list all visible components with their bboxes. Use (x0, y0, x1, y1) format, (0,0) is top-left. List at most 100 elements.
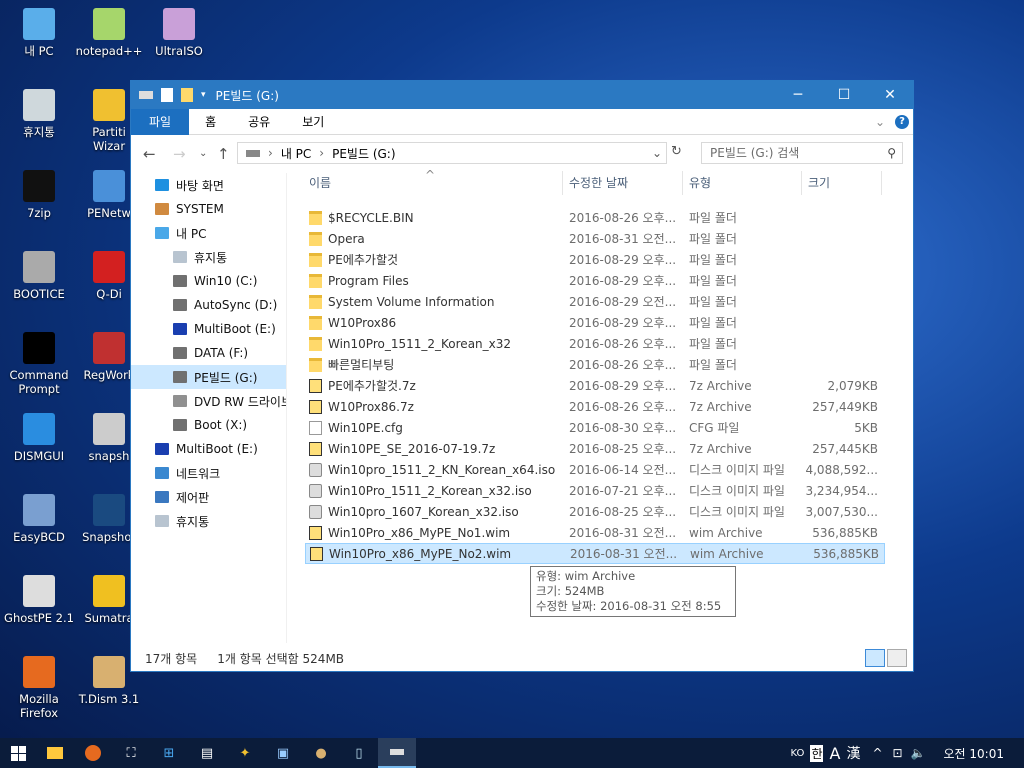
file-row[interactable]: Win10pro_1607_Korean_x32.iso 2016-08-25 오… (305, 501, 885, 522)
file-row[interactable]: PE에추가할것 2016-08-29 오후... 파일 폴더 (305, 249, 885, 270)
properties-icon[interactable] (161, 88, 173, 102)
minimize-button[interactable]: ─ (775, 81, 821, 109)
customize-toolbar-icon[interactable]: ▾ (201, 90, 206, 100)
volume-icon[interactable]: 🔈 (911, 746, 926, 760)
input-language[interactable]: KO (791, 748, 805, 759)
file-type: 7z Archive (689, 441, 752, 456)
nav-item[interactable]: SYSTEM (131, 197, 286, 221)
desktop-icon[interactable]: 휴지통 (1, 89, 77, 139)
desktop-icon[interactable]: GhostPE 2.1 (1, 575, 77, 625)
desktop-icon[interactable]: Mozilla Firefox (1, 656, 77, 720)
nav-item-icon (173, 419, 187, 431)
desktop-icon[interactable]: 내 PC (1, 8, 77, 58)
file-row[interactable]: Win10Pro_1511_2_Korean_x32 2016-08-26 오후.… (305, 333, 885, 354)
search-input[interactable]: PE빌드 (G:) 검색 ⚲ (701, 142, 903, 164)
expand-ribbon-icon[interactable]: ⌄ (875, 115, 885, 129)
help-icon[interactable]: ? (895, 114, 909, 129)
column-name[interactable]: 이름 ^ (305, 168, 563, 195)
file-row[interactable]: Win10PE_SE_2016-07-19.7z 2016-08-25 오후...… (305, 438, 885, 459)
nav-item[interactable]: DATA (F:) (131, 341, 286, 365)
file-row[interactable]: System Volume Information 2016-08-29 오전..… (305, 291, 885, 312)
maximize-button[interactable]: ☐ (821, 81, 867, 109)
new-folder-icon[interactable] (181, 88, 193, 102)
show-hidden-icons[interactable]: ^ (872, 746, 882, 760)
nav-item[interactable]: 네트워크 (131, 461, 286, 485)
file-row[interactable]: Win10Pro_1511_2_Korean_x32.iso 2016-07-21… (305, 480, 885, 501)
nav-item[interactable]: Boot (X:) (131, 413, 286, 437)
nav-item[interactable]: MultiBoot (E:) (131, 437, 286, 461)
file-row[interactable]: W10Prox86.7z 2016-08-26 오후... 7z Archive 25… (305, 396, 885, 417)
file-explorer-taskbar-icon[interactable] (36, 738, 74, 768)
column-size[interactable]: 크기 (802, 171, 882, 195)
desktop-icon[interactable]: EasyBCD (1, 494, 77, 544)
file-row[interactable]: Win10Pro_x86_MyPE_No1.wim 2016-08-31 오전..… (305, 522, 885, 543)
file-row[interactable]: Win10Pro_x86_MyPE_No2.wim 2016-08-31 오전..… (305, 543, 885, 564)
file-date: 2016-08-29 오후... (569, 379, 677, 393)
nav-item[interactable]: DVD RW 드라이브 (131, 389, 286, 413)
tab-view[interactable]: 보기 (286, 109, 340, 135)
app-taskbar-icon[interactable]: ▤ (188, 738, 226, 768)
nav-item[interactable]: Win10 (C:) (131, 269, 286, 293)
windows-taskbar-icon[interactable]: ⊞ (150, 738, 188, 768)
file-row[interactable]: Win10pro_1511_2_KN_Korean_x64.iso 2016-06… (305, 459, 885, 480)
file-name: PE에추가할것.7z (328, 379, 416, 393)
start-button[interactable] (0, 738, 36, 768)
desktop-icon[interactable]: Command Prompt (1, 332, 77, 396)
network-taskbar-icon[interactable]: ⛶ (112, 738, 150, 768)
nav-item[interactable]: 내 PC (131, 221, 286, 245)
nav-item[interactable]: 제어판 (131, 485, 286, 509)
nav-item[interactable]: 휴지통 (131, 509, 286, 533)
breadcrumb-my-pc[interactable]: 내 PC (281, 145, 311, 162)
nav-item[interactable]: MultiBoot (E:) (131, 317, 286, 341)
file-row[interactable]: Win10PE.cfg 2016-08-30 오후... CFG 파일 5KB (305, 417, 885, 438)
nav-item[interactable]: AutoSync (D:) (131, 293, 286, 317)
breadcrumb-drive[interactable]: PE빌드 (G:) (332, 145, 395, 162)
file-type: 파일 폴더 (689, 358, 737, 372)
file-row[interactable]: Opera 2016-08-31 오전... 파일 폴더 (305, 228, 885, 249)
file-row[interactable]: W10Prox86 2016-08-29 오후... 파일 폴더 (305, 312, 885, 333)
close-button[interactable]: ✕ (867, 81, 913, 109)
tab-file[interactable]: 파일 (131, 108, 190, 135)
drive-window-taskbar-icon[interactable] (378, 738, 416, 768)
file-row[interactable]: 빠른멀티부팅 2016-08-26 오후... 파일 폴더 (305, 354, 885, 375)
ime-hanja[interactable]: 漢 (846, 743, 860, 763)
nav-item[interactable]: PE빌드 (G:) (131, 365, 286, 389)
app-icon (23, 8, 55, 40)
up-button[interactable]: ↑ (217, 145, 230, 163)
desktop-icon[interactable]: UltraISO (141, 8, 217, 58)
column-type[interactable]: 유형 (683, 171, 802, 195)
large-icons-view-button[interactable] (887, 649, 907, 667)
tab-home[interactable]: 홈 (189, 109, 232, 135)
forward-button[interactable]: → (173, 145, 186, 163)
address-dropdown-icon[interactable]: ⌄ (652, 146, 662, 160)
desktop-icon[interactable]: BOOTICE (1, 251, 77, 301)
file-size: 536,885KB (813, 546, 879, 561)
nav-item[interactable]: 바탕 화면 (131, 173, 286, 197)
app-icon (23, 494, 55, 526)
desktop-icon[interactable]: 7zip (1, 170, 77, 220)
tdism-taskbar-icon[interactable]: ● (302, 738, 340, 768)
partition-wizard-taskbar-icon[interactable]: ✦ (226, 738, 264, 768)
clock[interactable]: 오전 10:01 (944, 745, 1004, 762)
desktop-icon[interactable]: notepad++ (71, 8, 147, 58)
file-row[interactable]: PE에추가할것.7z 2016-08-29 오후... 7z Archive 2,07… (305, 375, 885, 396)
desktop-icon[interactable]: DISMGUI (1, 413, 77, 463)
ime-alpha[interactable]: A (829, 744, 840, 763)
bootice-taskbar-icon[interactable]: ▣ (264, 738, 302, 768)
title-bar[interactable]: ▾ PE빌드 (G:) ─ ☐ ✕ (131, 81, 913, 109)
address-bar[interactable]: › 내 PC › PE빌드 (G:) ⌄ (237, 142, 667, 164)
column-date[interactable]: 수정한 날짜 (563, 171, 683, 195)
tab-share[interactable]: 공유 (232, 109, 286, 135)
nav-item[interactable]: 휴지통 (131, 245, 286, 269)
firefox-taskbar-icon[interactable] (74, 738, 112, 768)
refresh-button[interactable]: ↻ (671, 144, 682, 159)
recent-locations-button[interactable]: ⌄ (199, 148, 207, 159)
ime-hangul[interactable]: 한 (810, 744, 824, 762)
file-row[interactable]: $RECYCLE.BIN 2016-08-26 오후... 파일 폴더 (305, 207, 885, 228)
notepad-taskbar-icon[interactable]: ▯ (340, 738, 378, 768)
back-button[interactable]: ← (143, 145, 156, 163)
network-icon[interactable]: ⊡ (893, 746, 903, 760)
file-date: 2016-07-21 오후... (569, 484, 677, 498)
details-view-button[interactable] (865, 649, 885, 667)
file-row[interactable]: Program Files 2016-08-29 오후... 파일 폴더 (305, 270, 885, 291)
